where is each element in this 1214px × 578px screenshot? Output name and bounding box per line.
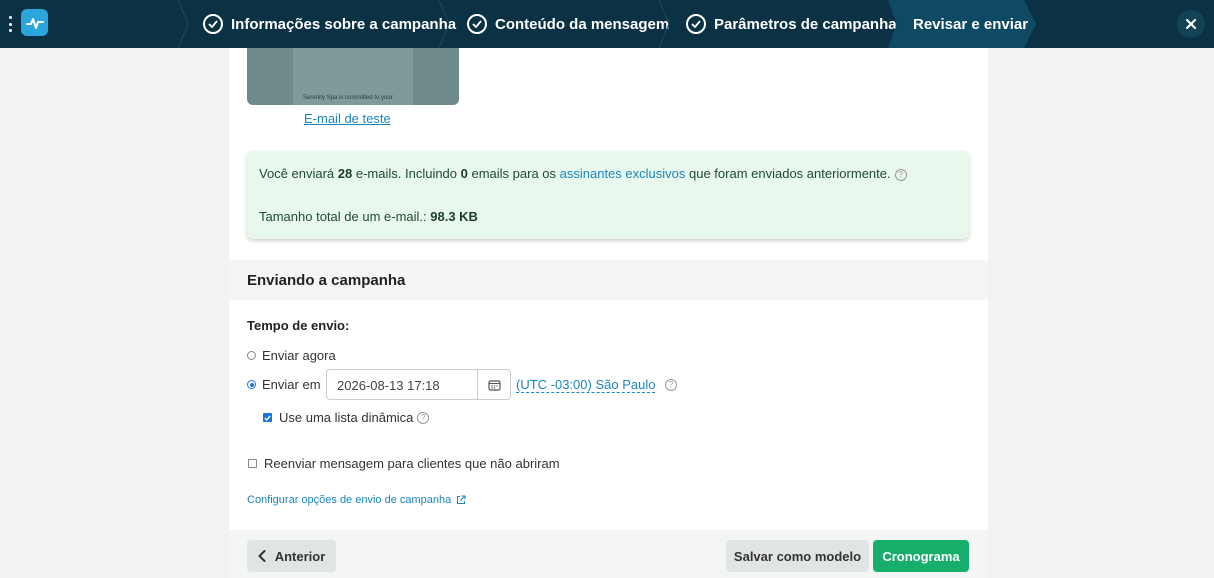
previous-button[interactable]: Anterior	[247, 540, 336, 572]
exclusive-count: 0	[460, 166, 468, 181]
check-circle-icon	[467, 14, 487, 34]
section-header: Enviando a campanha	[229, 260, 988, 300]
email-count: 28	[337, 166, 353, 181]
save-template-label: Salvar como modelo	[733, 548, 862, 564]
email-preview-thumbnail[interactable]: Serenity Spa is committed to your	[247, 48, 459, 105]
logo-icon[interactable]	[21, 9, 48, 36]
resend-label: Reenviar mensagem para clientes que não …	[264, 456, 560, 471]
top-bar: Informações sobre a campanha Conteúdo da…	[0, 0, 1214, 48]
step-separator-icon	[177, 0, 189, 48]
send-date-input[interactable]: 2026-08-13 17:18	[326, 369, 511, 400]
step-separator-icon	[658, 0, 670, 48]
summary-text: e-mails. Incluindo	[352, 166, 461, 181]
config-send-options-link[interactable]: Configurar opções de envio de campanha	[247, 494, 466, 506]
check-circle-icon	[203, 14, 223, 34]
step-label: Informações sobre a campanha	[231, 15, 457, 33]
summary-line: Você enviará 28 e-mails. Incluindo 0 ema…	[259, 166, 907, 181]
checkbox-icon[interactable]	[248, 459, 257, 468]
step-label: Parâmetros de campanha	[714, 15, 897, 33]
save-template-button[interactable]: Salvar como modelo	[726, 540, 869, 572]
section-title: Enviando a campanha	[247, 272, 406, 289]
test-email-link[interactable]: E-mail de teste	[304, 111, 391, 126]
radio-selected-icon[interactable]	[247, 380, 256, 389]
step-label: Revisar e enviar	[913, 15, 1029, 33]
help-icon[interactable]: ?	[417, 411, 430, 424]
dynamic-list-option[interactable]: Use uma lista dinâmica ?	[263, 410, 430, 425]
checkbox-checked-icon[interactable]	[263, 413, 272, 422]
check-circle-icon	[686, 14, 706, 34]
size-value: 98.3 KB	[430, 209, 478, 224]
footer-bar: Anterior Salvar como modelo Cronograma	[229, 530, 988, 578]
schedule-label: Cronograma	[882, 548, 960, 564]
resend-option[interactable]: Reenviar mensagem para clientes que não …	[248, 456, 560, 471]
timezone-link[interactable]: (UTC -03:00) São Paulo	[516, 377, 656, 393]
external-link-icon	[457, 495, 466, 505]
menu-dots-icon[interactable]	[6, 14, 14, 34]
radio-icon[interactable]	[247, 351, 256, 360]
step-campaign-params[interactable]: Parâmetros de campanha	[686, 0, 897, 48]
step-label: Conteúdo da mensagem	[495, 15, 670, 33]
exclusive-subscribers-link[interactable]: assinantes exclusivos	[560, 166, 686, 181]
close-button[interactable]	[1177, 10, 1205, 38]
dynamic-list-label: Use uma lista dinâmica	[279, 410, 414, 425]
help-icon[interactable]: ?	[665, 379, 677, 391]
step-separator-icon	[438, 0, 450, 48]
step-message-content[interactable]: Conteúdo da mensagem	[467, 0, 669, 48]
help-icon[interactable]: ?	[894, 168, 907, 181]
config-link-text: Configurar opções de envio de campanha	[247, 494, 452, 506]
previous-label: Anterior	[274, 548, 326, 564]
close-icon	[1185, 18, 1197, 30]
send-now-option[interactable]: Enviar agora	[247, 348, 336, 363]
send-at-label: Enviar em	[262, 377, 321, 392]
step-campaign-info[interactable]: Informações sobre a campanha	[203, 0, 456, 48]
summary-text: emails para os	[467, 166, 560, 181]
chevron-left-icon	[258, 550, 266, 562]
preview-text: Serenity Spa is committed to your	[303, 95, 393, 101]
send-now-label: Enviar agora	[262, 348, 336, 363]
send-time-label: Tempo de envio:	[247, 318, 350, 333]
review-panel: Serenity Spa is committed to your E-mail…	[229, 48, 988, 578]
calendar-icon	[487, 379, 501, 391]
date-value: 2026-08-13 17:18	[337, 378, 440, 393]
send-at-option[interactable]: Enviar em	[247, 377, 321, 392]
schedule-button[interactable]: Cronograma	[873, 540, 969, 572]
calendar-button[interactable]	[477, 370, 510, 399]
email-size-line: Tamanho total de um e-mail.: 98.3 KB	[259, 209, 478, 224]
step-review-send[interactable]: Revisar e enviar	[888, 0, 1036, 48]
summary-text: que foram enviados anteriormente.	[685, 166, 891, 181]
summary-text: Você enviará	[259, 166, 338, 181]
send-summary-box: Você enviará 28 e-mails. Incluindo 0 ema…	[247, 151, 969, 239]
size-label: Tamanho total de um e-mail.:	[259, 209, 431, 224]
